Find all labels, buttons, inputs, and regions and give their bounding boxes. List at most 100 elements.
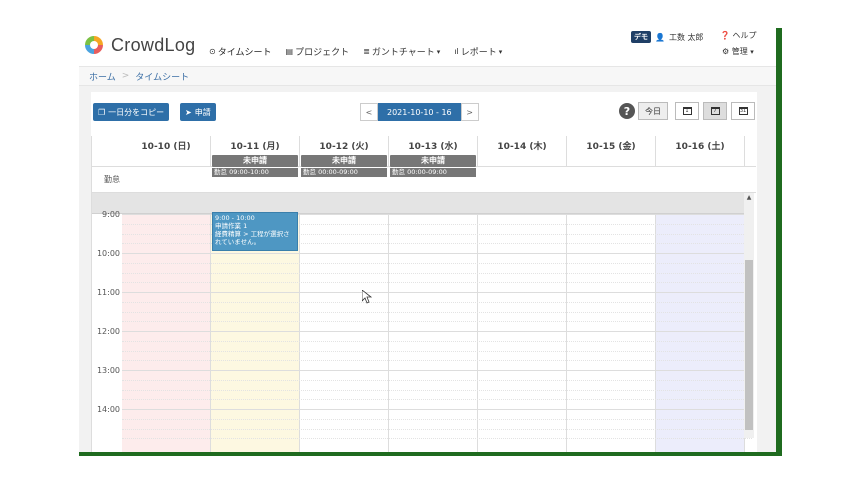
- help-label: ヘルプ: [732, 31, 757, 40]
- calendar-event[interactable]: 9:00 - 10:00 申請作業 1 経費精算 > 工程が選択されていません。: [212, 212, 298, 251]
- quarter-hour-line: [122, 301, 752, 303]
- hour-line: [122, 253, 752, 254]
- week-calendar: 勤怠 9:00 10:00 11:00 12:00 13:00 14:00 9:00 - 1…: [91, 136, 756, 452]
- day-column[interactable]: [567, 193, 656, 452]
- caret-down-icon: ▾: [436, 47, 441, 56]
- nav-item-clock[interactable]: ⊙ タイムシート: [207, 45, 274, 58]
- day-label: 10-13 (水): [408, 142, 458, 152]
- nav-label: レポート: [460, 48, 497, 58]
- attendance-chip[interactable]: 勤怠 00:00-09:00: [301, 168, 387, 177]
- event-detail: 経費精算 > 工程が選択されていません。: [215, 230, 290, 246]
- quarter-hour-line: [122, 272, 752, 274]
- quarter-hour-line: [122, 340, 752, 342]
- project-icon: ▤: [285, 47, 294, 56]
- timesheet-panel: ❐ 一日分をコピー ➤ 申請 < 2021-10-10 - 16 > ? 今日 …: [91, 92, 757, 452]
- date-range[interactable]: 2021-10-10 - 16: [378, 103, 461, 121]
- time-grid: 9:00 10:00 11:00 12:00 13:00 14:00 9:00 - 10:0…: [92, 193, 752, 452]
- date-navigator: < 2021-10-10 - 16 >: [360, 103, 479, 121]
- all-day-row: [92, 193, 752, 214]
- time-label: 10:00: [96, 249, 120, 258]
- time-label: 13:00: [96, 366, 120, 375]
- calendar-week-icon: 7: [710, 107, 720, 115]
- day-header[interactable]: 10-10 (日): [122, 136, 211, 166]
- help-link[interactable]: ❓ ヘルプ: [720, 30, 757, 41]
- gantt-icon: ≣: [363, 47, 370, 56]
- day-header[interactable]: 10-13 (水) 未申請: [389, 136, 478, 167]
- caret-down-icon: ▾: [750, 48, 754, 56]
- logo[interactable]: CrowdLog: [85, 34, 195, 56]
- day-header[interactable]: 10-14 (木): [478, 136, 567, 166]
- copy-day-button[interactable]: ❐ 一日分をコピー: [93, 103, 170, 121]
- user-name: 工数 太郎: [668, 32, 704, 42]
- day-label: 10-10 (日): [141, 142, 191, 152]
- attendance-chip[interactable]: 勤怠 09:00-10:00: [212, 168, 298, 177]
- month-view-button[interactable]: 31: [731, 102, 755, 120]
- question-icon[interactable]: ?: [619, 103, 635, 119]
- apply-label: 申請: [194, 107, 211, 117]
- status-badge: 未申請: [390, 155, 476, 167]
- day-column[interactable]: [300, 193, 389, 452]
- day-column[interactable]: [656, 193, 745, 452]
- day-header[interactable]: 10-12 (火) 未申請: [300, 136, 389, 167]
- breadcrumb-current[interactable]: タイムシート: [135, 70, 189, 83]
- app-window: CrowdLog ⊙ タイムシート ▤ プロジェクト ≣ ガントチャート ▾ ıl レポート ▾ …: [79, 28, 776, 452]
- day-label: 10-11 (月): [230, 142, 280, 152]
- logo-mark-icon: [85, 36, 103, 54]
- day-label: 10-16 (土): [675, 142, 725, 152]
- attendance-chip[interactable]: 勤怠 00:00-09:00: [390, 168, 476, 177]
- day-column[interactable]: [389, 193, 478, 452]
- quarter-hour-line: [122, 418, 752, 420]
- calendar-month-icon: 31: [738, 107, 748, 115]
- day-label: 10-12 (火): [319, 142, 369, 152]
- quarter-hour-line: [122, 360, 752, 362]
- header: CrowdLog ⊙ タイムシート ▤ プロジェクト ≣ ガントチャート ▾ ıl レポート ▾ …: [79, 28, 776, 66]
- scroll-up-icon[interactable]: ▲: [744, 193, 754, 203]
- day-column[interactable]: [478, 193, 567, 452]
- day-view-button[interactable]: 1: [675, 102, 699, 120]
- hour-line: [122, 292, 752, 293]
- status-badge: 未申請: [212, 155, 298, 167]
- day-column[interactable]: [122, 193, 211, 452]
- next-week-button[interactable]: >: [460, 103, 479, 121]
- hour-line: [122, 409, 752, 410]
- nav-item-report[interactable]: ıl レポート ▾: [452, 45, 504, 58]
- quarter-hour-line: [122, 389, 752, 391]
- clock-icon: ⊙: [209, 47, 216, 56]
- vertical-scrollbar[interactable]: ▲: [744, 193, 754, 438]
- status-badge: 未申請: [301, 155, 387, 167]
- quarter-hour-line: [122, 379, 752, 381]
- nav-label: プロジェクト: [295, 48, 350, 58]
- nav-item-gantt[interactable]: ≣ ガントチャート ▾: [361, 45, 442, 58]
- hour-line: [122, 331, 752, 332]
- day-label: 10-14 (木): [497, 142, 547, 152]
- admin-menu[interactable]: ⚙ 管理 ▾: [722, 46, 754, 57]
- quarter-hour-line: [122, 321, 752, 323]
- quarter-hour-line: [122, 282, 752, 284]
- event-time: 9:00 - 10:00: [215, 214, 255, 222]
- caret-down-icon: ▾: [498, 47, 503, 56]
- day-header[interactable]: 10-16 (土): [656, 136, 745, 166]
- quarter-hour-line: [122, 428, 752, 430]
- main-nav: ⊙ タイムシート ▤ プロジェクト ≣ ガントチャート ▾ ıl レポート ▾: [207, 45, 504, 58]
- user-menu[interactable]: デモ 👤 工数 太郎: [631, 31, 704, 43]
- breadcrumb-separator: >: [121, 71, 130, 81]
- nav-item-project[interactable]: ▤ プロジェクト: [284, 45, 352, 58]
- scroll-thumb[interactable]: [745, 260, 753, 430]
- nav-label: タイムシート: [217, 48, 272, 58]
- quarter-hour-line: [122, 350, 752, 352]
- apply-button[interactable]: ➤ 申請: [180, 103, 216, 121]
- hour-line: [122, 370, 752, 371]
- admin-label: 管理: [731, 47, 748, 56]
- day-header[interactable]: 10-11 (月) 未申請: [211, 136, 300, 167]
- today-button[interactable]: 今日: [638, 102, 668, 120]
- prev-week-button[interactable]: <: [360, 103, 378, 121]
- time-label: 9:00: [102, 210, 120, 219]
- send-icon: ➤: [185, 107, 192, 117]
- calendar-day-icon: 1: [682, 107, 692, 115]
- user-icon: 👤: [655, 32, 665, 42]
- quarter-hour-line: [122, 438, 752, 440]
- breadcrumb-home[interactable]: ホーム: [89, 70, 116, 83]
- time-label: 12:00: [96, 327, 120, 336]
- week-view-button[interactable]: 7: [703, 102, 727, 120]
- day-header[interactable]: 10-15 (金): [567, 136, 656, 166]
